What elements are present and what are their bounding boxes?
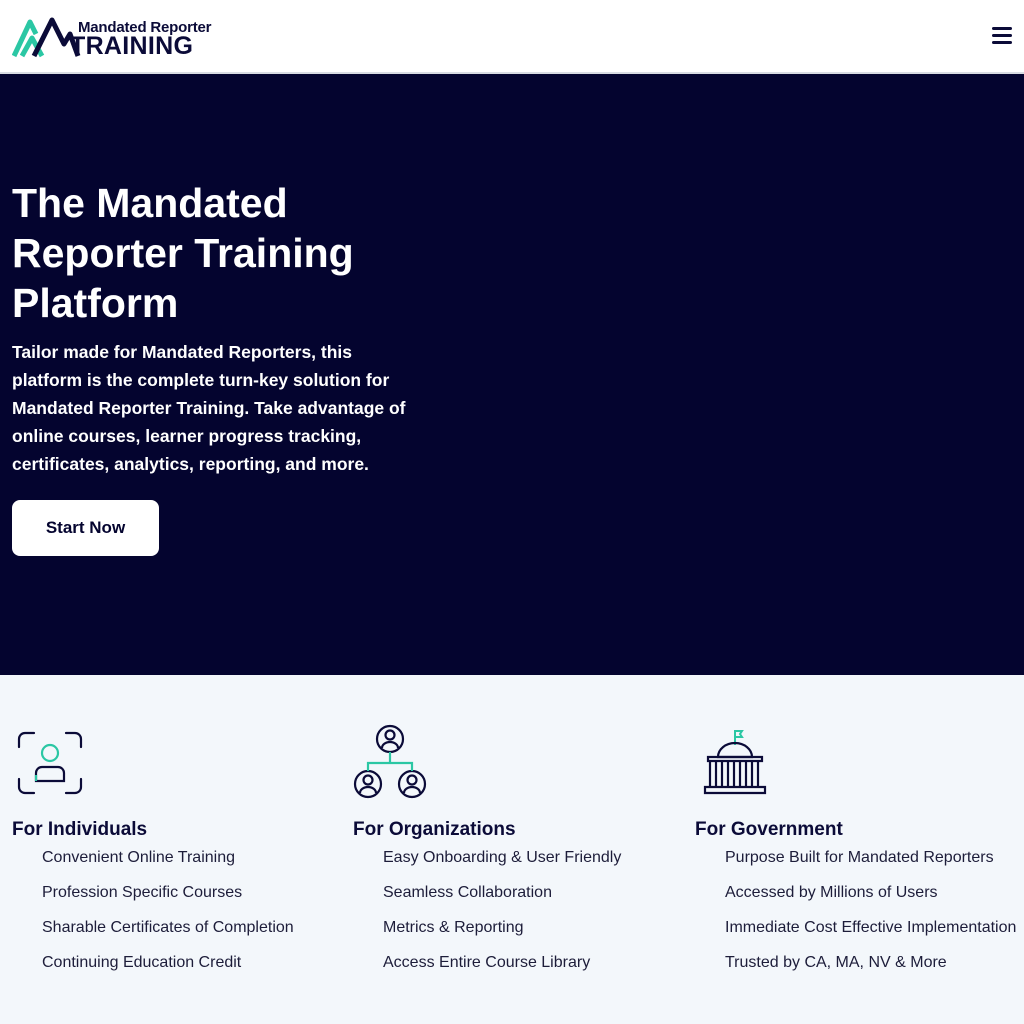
menu-bar [992,27,1012,30]
list-item: Purpose Built for Mandated Reporters [725,849,994,866]
hero-section: The Mandated Reporter Training Platform … [0,74,1024,675]
menu-bar [992,34,1012,37]
site-header: Mandated Reporter TRAINING [0,0,1024,74]
site-logo[interactable]: Mandated Reporter TRAINING [12,16,217,60]
feature-list: Easy Onboarding & User Friendly Seamless… [383,848,683,988]
list-item: Access Entire Course Library [383,954,591,971]
start-now-button[interactable]: Start Now [12,500,159,556]
capitol-building-icon [703,730,767,795]
feature-title: For Organizations [353,819,516,840]
list-item: Seamless Collaboration [383,884,552,901]
hero-description: Tailor made for Mandated Reporters, this… [12,342,406,474]
list-item: Continuing Education Credit [42,954,242,971]
list-item: Convenient Online Training [42,849,236,866]
org-chart-icon [353,724,427,799]
list-item: Metrics & Reporting [383,919,524,936]
list-item: Easy Onboarding & User Friendly [383,849,622,866]
person-focus-icon [17,731,83,795]
logo-text-main: TRAINING [70,32,194,60]
list-item: Trusted by CA, MA, NV & More [725,954,947,971]
list-item: Immediate Cost Effective Implementation [725,919,1017,936]
feature-list: Purpose Built for Mandated Reporters Acc… [725,848,1024,988]
feature-title: For Individuals [12,819,148,840]
hamburger-menu-icon[interactable] [992,27,1012,45]
features-section: For Individuals Convenient Online Traini… [0,675,1024,1024]
list-item: Sharable Certificates of Completion [42,919,294,936]
hero-title: The Mandated Reporter Training Platform [12,180,354,326]
feature-title: For Government [695,819,843,840]
list-item: Accessed by Millions of Users [725,884,938,901]
list-item: Profession Specific Courses [42,884,243,901]
feature-list: Convenient Online Training Profession Sp… [42,848,342,988]
menu-bar [992,41,1012,44]
